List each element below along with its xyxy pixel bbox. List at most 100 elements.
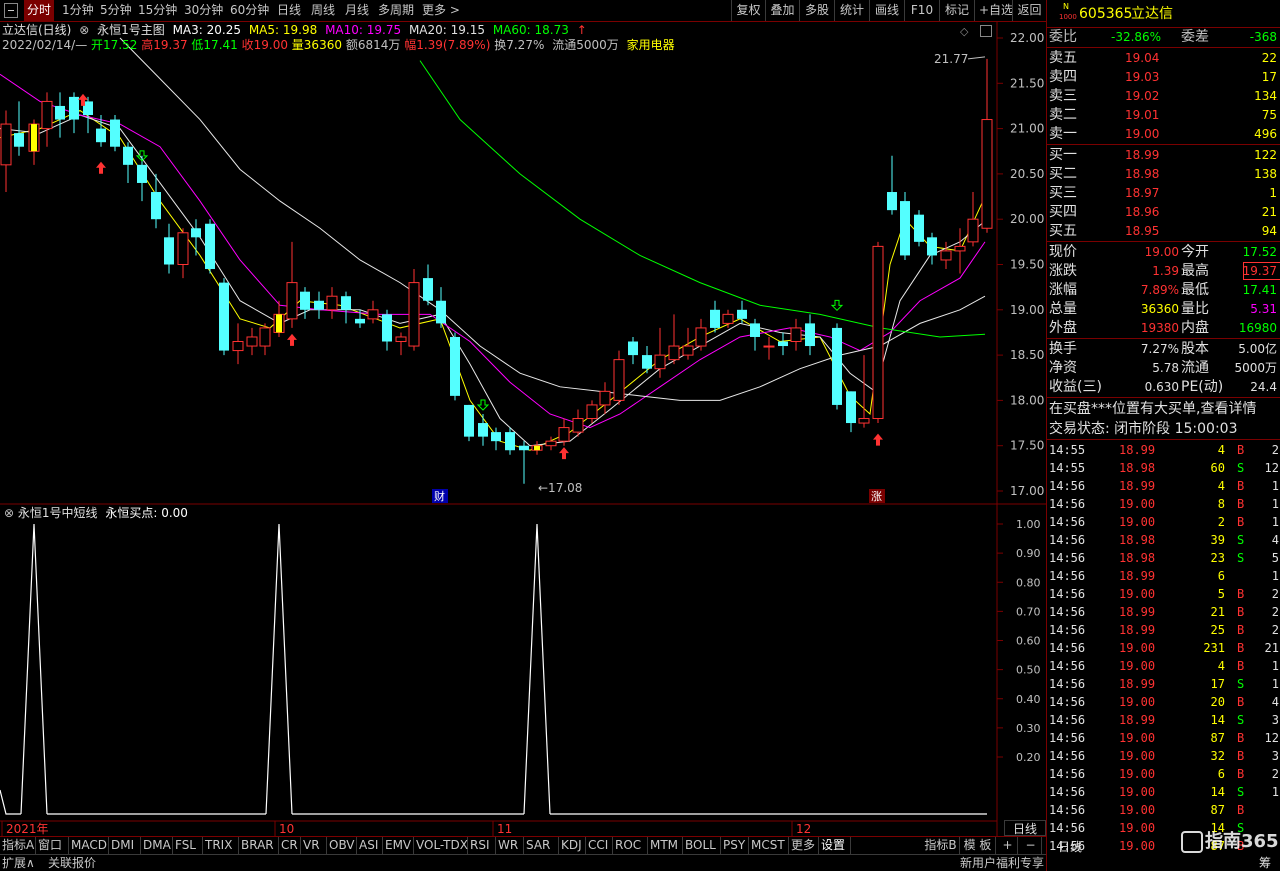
tab-1min[interactable]: 1分钟 bbox=[59, 0, 97, 21]
tick-direction: B bbox=[1237, 479, 1245, 493]
indicator-tab-dmi[interactable]: DMI bbox=[109, 837, 141, 854]
indicator-tab-mcst[interactable]: MCST bbox=[749, 837, 789, 854]
stat-value: 5.00亿 bbox=[1238, 342, 1277, 356]
indicator-name[interactable]: 永恒1号主图 bbox=[97, 23, 165, 37]
candle-up bbox=[177, 232, 189, 265]
diamond-icon[interactable]: ◇ bbox=[960, 25, 968, 38]
tick-row: 14:56 18.99 25 B 2 bbox=[1047, 621, 1280, 639]
tick-price: 19.00 bbox=[1119, 659, 1156, 673]
tick-direction: S bbox=[1237, 551, 1245, 565]
ask-price: 19.00 bbox=[1125, 127, 1160, 141]
tick-price: 19.00 bbox=[1119, 785, 1156, 799]
promo-link[interactable]: 新用户福利专享 bbox=[960, 855, 1044, 871]
fundamental-row: 收益(三) 0.630 PE(动) 24.4 bbox=[1047, 378, 1280, 397]
bid-label: 买五 bbox=[1049, 223, 1077, 239]
tab-30min[interactable]: 30分钟 bbox=[181, 0, 226, 21]
zoom-in-button[interactable]: + bbox=[998, 837, 1018, 854]
candle-down bbox=[450, 336, 460, 396]
quote-amount: 额6814万 bbox=[345, 38, 401, 52]
stat-label: 内盘 bbox=[1181, 320, 1209, 336]
tick-price: 19.00 bbox=[1119, 749, 1156, 763]
candle-down bbox=[151, 192, 161, 220]
chip-button[interactable]: 筹 bbox=[1259, 855, 1280, 871]
stats-button[interactable]: 统计 bbox=[834, 0, 869, 21]
indicator-tab-vr[interactable]: VR bbox=[301, 837, 327, 854]
indicator-tab-mtm[interactable]: MTM bbox=[648, 837, 683, 854]
bid-level: 买一 18.99 122 bbox=[1047, 146, 1280, 165]
tab-60min[interactable]: 60分钟 bbox=[227, 0, 272, 21]
tick-time: 14:56 bbox=[1049, 497, 1086, 511]
indicator-tab-roc[interactable]: ROC bbox=[613, 837, 648, 854]
indicator-b-tab[interactable]: 指标B bbox=[922, 837, 960, 854]
tab-monthly[interactable]: 月线 bbox=[342, 0, 372, 21]
tick-price: 19.00 bbox=[1119, 515, 1156, 529]
indicator-tab-macd[interactable]: MACD bbox=[69, 837, 109, 854]
related-quote-button[interactable]: 关联报价 bbox=[48, 855, 96, 871]
indicator-tab-cci[interactable]: CCI bbox=[586, 837, 613, 854]
multi-stock-button[interactable]: 多股 bbox=[799, 0, 834, 21]
template-button[interactable]: 模 板 bbox=[960, 837, 996, 854]
sub-chart-title[interactable]: 永恒1号中短线 bbox=[18, 506, 98, 520]
price-tick-label: 19.00 bbox=[1010, 303, 1044, 317]
indicator-tab-psy[interactable]: PSY bbox=[721, 837, 749, 854]
indicator-settings-icon[interactable]: ⊗ bbox=[79, 23, 89, 37]
indicator-tab-[interactable]: 窗口 bbox=[36, 837, 69, 854]
indicator-tab-fsl[interactable]: FSL bbox=[173, 837, 203, 854]
close-box-icon[interactable] bbox=[980, 25, 992, 37]
tab-fenshi[interactable]: 分时 bbox=[24, 0, 55, 21]
indicator-tab-[interactable]: 更多 bbox=[789, 837, 819, 854]
ma60-line bbox=[419, 60, 986, 338]
indicator-tab-obv[interactable]: OBV bbox=[327, 837, 357, 854]
mark-button[interactable]: 标记 bbox=[939, 0, 974, 21]
back-button[interactable]: 返回 bbox=[1012, 0, 1046, 21]
tab-daily[interactable]: 日线 bbox=[274, 0, 304, 21]
right-daily-label[interactable]: 日线 bbox=[1047, 838, 1093, 856]
x-tick-label: 12 bbox=[796, 822, 811, 836]
indicator-tab-cr[interactable]: CR bbox=[279, 837, 301, 854]
add-watchlist-button[interactable]: +自选 bbox=[974, 0, 1013, 21]
indicator-tab-kdj[interactable]: KDJ bbox=[559, 837, 586, 854]
tab-5min[interactable]: 5分钟 bbox=[97, 0, 135, 21]
stat-label: 换手 bbox=[1049, 341, 1077, 357]
zoom-out-button[interactable]: − bbox=[1020, 837, 1042, 854]
expand-button[interactable]: 扩展∧ bbox=[2, 855, 35, 871]
indicator-tab-voltdx[interactable]: VOL-TDX bbox=[414, 837, 468, 854]
ma3-label: MA3: 20.25 bbox=[172, 23, 241, 37]
indicator-tab-brar[interactable]: BRAR bbox=[239, 837, 279, 854]
daily-period-label[interactable]: 日线 bbox=[1004, 820, 1046, 836]
stat-label: PE(动) bbox=[1181, 379, 1224, 395]
ask-label: 卖三 bbox=[1049, 88, 1077, 104]
ma60-label: MA60: 18.73 bbox=[492, 23, 569, 37]
indicator-tab-trix[interactable]: TRIX bbox=[203, 837, 239, 854]
f10-button[interactable]: F10 bbox=[904, 0, 939, 21]
tab-more[interactable]: 更多 > bbox=[419, 0, 463, 21]
ask-level: 卖二 19.01 75 bbox=[1047, 106, 1280, 125]
indicator-tab-emv[interactable]: EMV bbox=[383, 837, 414, 854]
indicator-tab-[interactable]: 设置 bbox=[819, 837, 851, 854]
candle-down bbox=[123, 146, 133, 165]
indicator-tab-boll[interactable]: BOLL bbox=[683, 837, 721, 854]
candle-up bbox=[599, 390, 611, 406]
stat-value: 1.39 bbox=[1152, 264, 1179, 278]
tab-weekly[interactable]: 周线 bbox=[308, 0, 338, 21]
kline-chart[interactable]: 21.77 ←17.08 财 涨 22.00 21.50 21.00 20.50 20.00 1… bbox=[0, 22, 1046, 836]
big-order-message[interactable]: 在买盘***位置有大买单,查看详情 bbox=[1047, 400, 1280, 419]
overlay-button[interactable]: 叠加 bbox=[765, 0, 799, 21]
indicator-tab-a[interactable]: 指标A bbox=[0, 837, 36, 854]
tab-multi-period[interactable]: 多周期 bbox=[375, 0, 417, 21]
draw-line-button[interactable]: 画线 bbox=[869, 0, 904, 21]
stat-label: 净资 bbox=[1049, 360, 1077, 376]
sub-settings-icon[interactable]: ⊗ bbox=[4, 506, 14, 520]
menu-toggle-icon[interactable] bbox=[4, 3, 18, 18]
candle-up bbox=[286, 282, 298, 320]
fuquan-button[interactable]: 复权 bbox=[731, 0, 765, 21]
ask-price: 19.04 bbox=[1125, 51, 1160, 65]
ma-legend: 立达信(日线) ⊗ 永恒1号主图 MA3: 20.25 MA5: 19.98 M… bbox=[2, 23, 591, 37]
indicator-tab-wr[interactable]: WR bbox=[496, 837, 524, 854]
candle-down bbox=[355, 318, 365, 324]
indicator-tab-sar[interactable]: SAR bbox=[524, 837, 559, 854]
indicator-tab-asi[interactable]: ASI bbox=[357, 837, 383, 854]
tab-15min[interactable]: 15分钟 bbox=[135, 0, 180, 21]
indicator-tab-rsi[interactable]: RSI bbox=[468, 837, 496, 854]
indicator-tab-dma[interactable]: DMA bbox=[141, 837, 173, 854]
